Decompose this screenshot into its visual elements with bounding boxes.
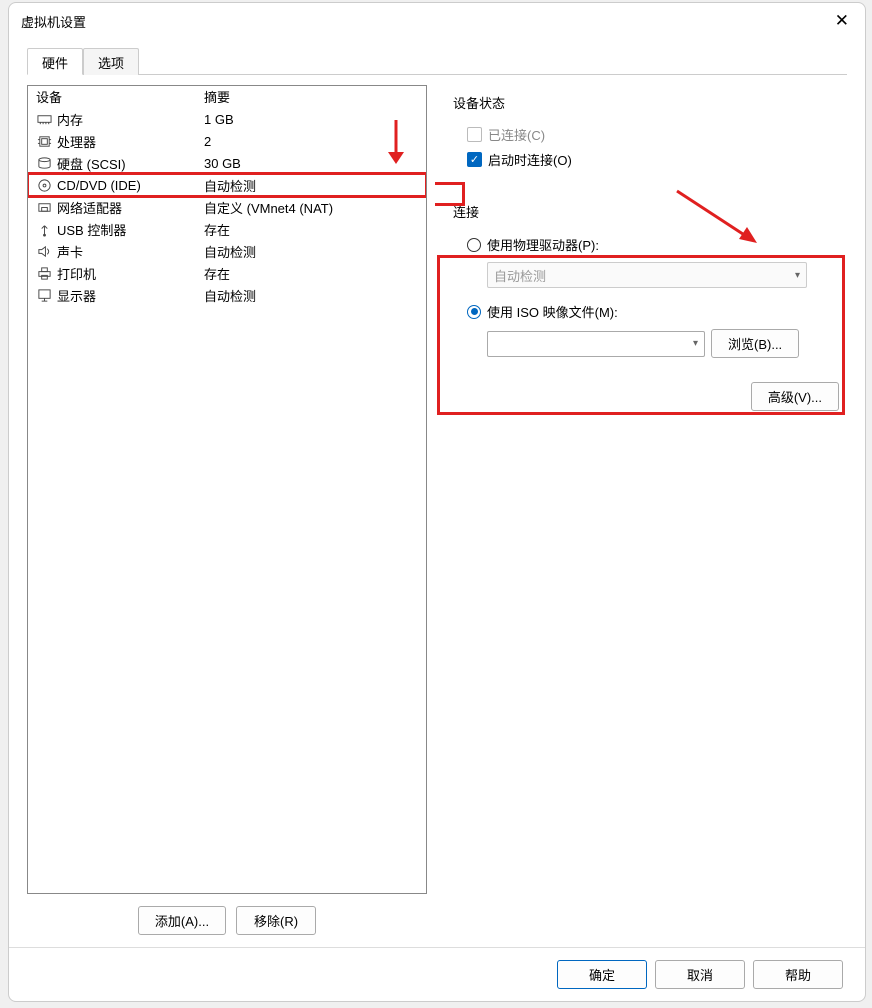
- table-row[interactable]: 显示器 自动检测: [28, 284, 426, 306]
- device-name: CD/DVD (IDE): [57, 178, 141, 193]
- memory-icon: [36, 111, 52, 127]
- ok-button[interactable]: 确定: [557, 960, 647, 989]
- chevron-down-icon[interactable]: ▾: [693, 338, 698, 349]
- cancel-button[interactable]: 取消: [655, 960, 745, 989]
- table-row[interactable]: 打印机 存在: [28, 262, 426, 284]
- dialog-content: 硬件 选项 设备 摘要 内存 1 GB: [9, 39, 865, 947]
- col-summary[interactable]: 摘要: [202, 87, 426, 106]
- cd-icon: [36, 177, 52, 193]
- device-status-group: 设备状态 已连接(C) 启动时连接(O): [453, 85, 847, 184]
- physical-drive-select: 自动检测 ▾: [487, 262, 807, 288]
- device-name: 声卡: [57, 242, 83, 261]
- remove-button[interactable]: 移除(R): [236, 906, 316, 935]
- add-button[interactable]: 添加(A)...: [138, 906, 226, 935]
- device-name: 硬盘 (SCSI): [57, 154, 126, 173]
- table-row[interactable]: 网络适配器 自定义 (VMnet4 (NAT): [28, 196, 426, 218]
- dialog-footer: 确定 取消 帮助: [9, 947, 865, 1001]
- chevron-down-icon: ▾: [795, 270, 800, 281]
- connect-at-poweron-row[interactable]: 启动时连接(O): [453, 147, 847, 172]
- use-physical-radio[interactable]: [467, 238, 481, 252]
- connected-checkbox: [467, 127, 482, 142]
- device-summary: 自动检测: [202, 286, 426, 305]
- use-iso-radio-row[interactable]: 使用 ISO 映像文件(M):: [453, 298, 847, 325]
- nic-icon: [36, 199, 52, 215]
- hardware-table-body: 内存 1 GB 处理器 2 硬盘 (SCSI) 30 GB: [28, 108, 426, 306]
- advanced-button[interactable]: 高级(V)...: [751, 382, 839, 411]
- disk-icon: [36, 155, 52, 171]
- device-name: 网络适配器: [57, 198, 122, 217]
- hardware-table-header: 设备 摘要: [28, 86, 426, 108]
- device-name: 内存: [57, 110, 83, 129]
- connection-group: 连接 使用物理驱动器(P): 自动检测 ▾ 使用 ISO 映像文件(M):: [453, 194, 847, 423]
- physical-drive-value: 自动检测: [494, 266, 546, 285]
- col-device[interactable]: 设备: [28, 87, 202, 106]
- close-icon[interactable]: ✕: [835, 11, 849, 31]
- iso-path-row: ▾ 浏览(B)...: [487, 329, 847, 358]
- advanced-row: 高级(V)...: [453, 382, 847, 411]
- physical-drive-select-row: 自动检测 ▾: [487, 262, 847, 288]
- device-name: 打印机: [57, 264, 96, 283]
- device-summary: 存在: [202, 220, 426, 239]
- connect-at-poweron-label: 启动时连接(O): [488, 150, 572, 169]
- sound-icon: [36, 243, 52, 259]
- device-summary: 自动检测: [202, 242, 426, 261]
- device-name: 处理器: [57, 132, 96, 151]
- connect-at-poweron-checkbox[interactable]: [467, 152, 482, 167]
- device-name: 显示器: [57, 286, 96, 305]
- device-summary: 1 GB: [202, 112, 426, 127]
- main-body: 设备 摘要 内存 1 GB 处理器 2: [27, 75, 847, 947]
- tab-hardware[interactable]: 硬件: [27, 48, 83, 75]
- browse-button[interactable]: 浏览(B)...: [711, 329, 799, 358]
- tab-options[interactable]: 选项: [83, 48, 139, 75]
- tabs: 硬件 选项: [27, 47, 847, 75]
- use-iso-radio[interactable]: [467, 305, 481, 319]
- device-summary: 自定义 (VMnet4 (NAT): [202, 198, 426, 217]
- table-row[interactable]: 声卡 自动检测: [28, 240, 426, 262]
- device-summary: 2: [202, 134, 426, 149]
- table-row[interactable]: 硬盘 (SCSI) 30 GB: [28, 152, 426, 174]
- use-iso-label: 使用 ISO 映像文件(M):: [487, 302, 618, 321]
- titlebar: 虚拟机设置 ✕: [9, 3, 865, 39]
- printer-icon: [36, 265, 52, 281]
- table-row[interactable]: USB 控制器 存在: [28, 218, 426, 240]
- hw-action-buttons: 添加(A)... 移除(R): [27, 894, 427, 947]
- table-row[interactable]: CD/DVD (IDE) 自动检测: [28, 174, 426, 196]
- hardware-table: 设备 摘要 内存 1 GB 处理器 2: [27, 85, 427, 894]
- device-name: USB 控制器: [57, 220, 126, 239]
- use-physical-label: 使用物理驱动器(P):: [487, 235, 599, 254]
- vm-settings-dialog: 虚拟机设置 ✕ 硬件 选项 设备 摘要 内存 1 G: [8, 2, 866, 1002]
- help-button[interactable]: 帮助: [753, 960, 843, 989]
- hardware-right-col: 设备状态 已连接(C) 启动时连接(O) 连接 使用物理驱动器(P):: [447, 85, 847, 947]
- device-summary: 存在: [202, 264, 426, 283]
- device-status-label: 设备状态: [453, 93, 847, 112]
- connection-label: 连接: [453, 202, 847, 221]
- cpu-icon: [36, 133, 52, 149]
- iso-path-input[interactable]: ▾: [487, 331, 705, 357]
- connected-checkbox-row: 已连接(C): [453, 122, 847, 147]
- device-summary: 30 GB: [202, 156, 426, 171]
- connected-label: 已连接(C): [488, 125, 545, 144]
- window-title: 虚拟机设置: [21, 12, 86, 31]
- device-summary: 自动检测: [202, 176, 426, 195]
- hardware-left-col: 设备 摘要 内存 1 GB 处理器 2: [27, 85, 427, 947]
- table-row[interactable]: 处理器 2: [28, 130, 426, 152]
- use-physical-radio-row[interactable]: 使用物理驱动器(P):: [453, 231, 847, 258]
- usb-icon: [36, 221, 52, 237]
- table-row[interactable]: 内存 1 GB: [28, 108, 426, 130]
- display-icon: [36, 287, 52, 303]
